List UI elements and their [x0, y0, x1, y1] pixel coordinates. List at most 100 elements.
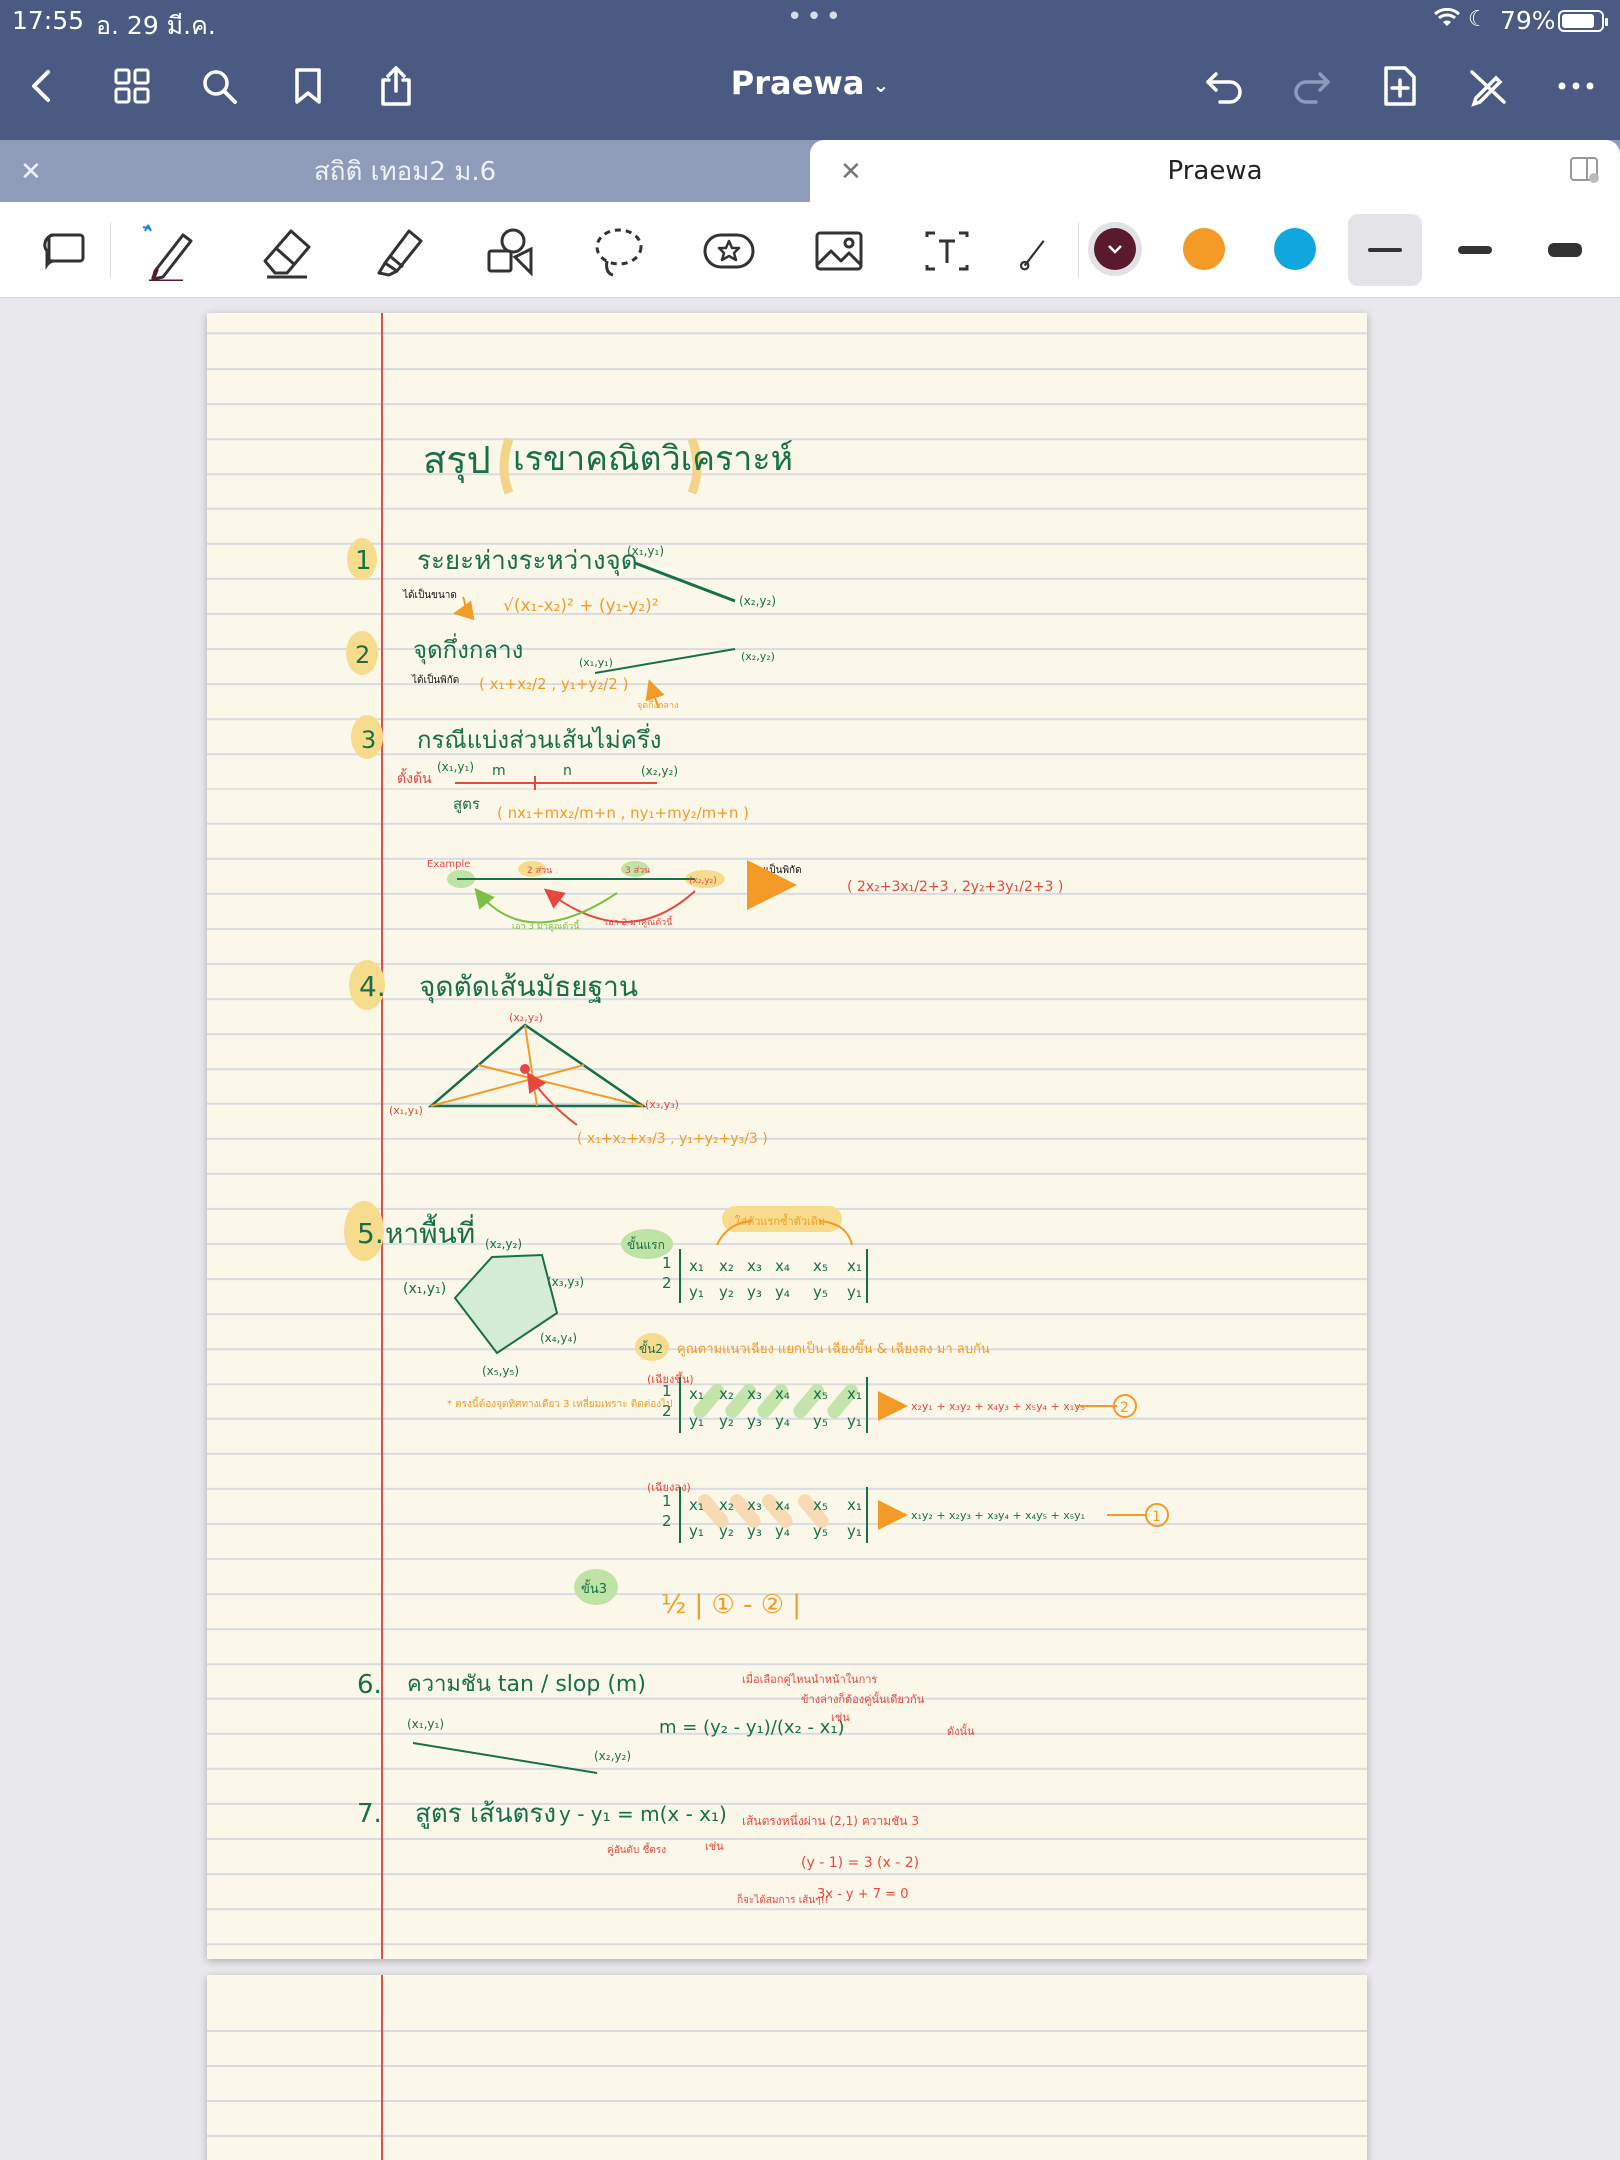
svg-text:x₃: x₃: [747, 1496, 762, 1514]
s5-ref-down: 1: [1152, 1509, 1161, 1525]
svg-text:y₃: y₃: [747, 1522, 762, 1540]
redo-button[interactable]: [1284, 58, 1340, 114]
svg-text:y₁: y₁: [689, 1412, 704, 1430]
svg-text:x₂: x₂: [719, 1385, 734, 1403]
battery-icon: [1558, 10, 1608, 32]
s5-number: 5.: [357, 1217, 384, 1250]
next-note-page[interactable]: [207, 1975, 1367, 2160]
s3-example-label: Example: [427, 859, 470, 870]
image-icon: [815, 231, 863, 271]
svg-text:y₅: y₅: [813, 1412, 828, 1430]
s1-formula: √(x₁-x₂)² + (y₁-y₂)²: [503, 596, 659, 616]
tab-praewa[interactable]: ✕ Praewa: [810, 140, 1620, 202]
svg-text:x₄: x₄: [775, 1257, 790, 1275]
lasso-tool[interactable]: [584, 216, 654, 286]
elements-tool[interactable]: [694, 216, 764, 286]
s2-mid-label: จุดกึ่งกลาง: [637, 698, 678, 711]
s5-step3: ขั้น3: [581, 1579, 607, 1597]
color-swatch-blue[interactable]: [1274, 228, 1316, 270]
s1-number: 1: [355, 546, 372, 576]
add-page-button[interactable]: [1372, 58, 1428, 114]
s7-hint: คู่อันดับ ชี้ตรง: [607, 1842, 666, 1856]
s3-ex-m: 2 ส่วน: [527, 866, 552, 876]
s3-point-1: (x₁,y₁): [437, 760, 474, 774]
s6-heading: ความชัน tan / slop (m): [407, 1672, 646, 1697]
read-only-toggle[interactable]: [30, 216, 100, 286]
svg-text:y₄: y₄: [775, 1283, 790, 1301]
pen-tool[interactable]: [134, 216, 204, 286]
laser-tool[interactable]: [1010, 216, 1054, 286]
handwritten-notes: สรุป เรขาคณิตวิเคราะห์ 1 ระยะห่างระหว่าง…: [344, 437, 1169, 1906]
svg-text:y₁: y₁: [847, 1283, 862, 1301]
image-tool[interactable]: [804, 216, 874, 286]
s7-formula: y - y₁ = m(x - x₁): [559, 1802, 727, 1826]
s2-point-2: (x₂,y₂): [741, 650, 775, 663]
close-icon[interactable]: ✕: [20, 157, 42, 187]
s5-point-4: (x₄,y₄): [540, 1331, 577, 1345]
more-button[interactable]: [1548, 58, 1604, 114]
note-title-box: เรขาคณิตวิเคราะห์: [513, 439, 793, 479]
s5-matrix-up: 1 2 x₁ x₂ x₃ x₄ x₅ x₁ y₁ y₂ y₃ y₄ y₅ y₁: [662, 1377, 868, 1433]
s5-point-3: (x₃,y₃): [547, 1275, 584, 1289]
share-button[interactable]: [368, 58, 424, 114]
sidebar-toggle-icon[interactable]: [1568, 154, 1600, 186]
svg-text:x₅: x₅: [813, 1257, 828, 1275]
chevron-down-icon: ⌄: [872, 73, 890, 97]
undo-button[interactable]: [1196, 58, 1252, 114]
redo-icon: [1294, 72, 1330, 104]
add-page-icon: [1384, 66, 1416, 106]
pencil-off-icon: [1470, 70, 1506, 107]
status-date: อ. 29 มี.ค.: [96, 11, 216, 40]
note-page[interactable]: สรุป เรขาคณิตวิเคราะห์ 1 ระยะห่างระหว่าง…: [207, 313, 1367, 1959]
s5-point-5: (x₅,y₅): [482, 1364, 519, 1378]
tab-bar: ✕ สถิติ เทอม2 ม.6 ✕ Praewa: [0, 140, 1620, 202]
s4-heading: จุดตัดเส้นมัธยฐาน: [419, 970, 638, 1004]
undo-icon: [1206, 72, 1242, 104]
svg-text:x₅: x₅: [813, 1496, 828, 1514]
s7-example-tail: ก็จะได้สมการ เส้นๆ!!: [737, 1892, 828, 1906]
svg-text:y₄: y₄: [775, 1522, 790, 1540]
s5-matrix-down: 1 2 x₁ x₂ x₃ x₄ x₅ x₁ y₁ y₂ y₃ y₄ y₅ y₁: [662, 1487, 868, 1543]
svg-text:y₄: y₄: [775, 1412, 790, 1430]
color-swatch-maroon[interactable]: [1094, 228, 1136, 270]
back-button[interactable]: [14, 58, 70, 114]
s6-note-2: ข้างล่างก็ต้องคู่นั้นเดียวกัน: [801, 1691, 925, 1706]
svg-text:x₁: x₁: [847, 1257, 862, 1275]
search-button[interactable]: [191, 58, 247, 114]
s3-formula-label: สูตร: [453, 795, 480, 813]
disable-pencil-button[interactable]: [1460, 58, 1516, 114]
more-icon: [1558, 82, 1594, 90]
s2-number: 2: [355, 641, 370, 669]
bookmark-button[interactable]: [280, 58, 336, 114]
s2-side-note: ได้เป็นพิกัด: [411, 672, 459, 686]
grid-view-button[interactable]: [104, 58, 160, 114]
color-swatch-orange[interactable]: [1183, 228, 1225, 270]
s1-point-2: (x₂,y₂): [739, 594, 776, 608]
multitask-dots[interactable]: •••: [787, 2, 845, 32]
s5-point-2: (x₂,y₂): [485, 1237, 522, 1251]
close-icon[interactable]: ✕: [840, 157, 862, 187]
document-title: Praewa: [730, 64, 865, 102]
tab-stat[interactable]: ✕ สถิติ เทอม2 ม.6: [0, 140, 810, 202]
stroke-thick[interactable]: [1528, 214, 1602, 286]
top-bar: 17:55 อ. 29 มี.ค. ••• ☾ 79% Praewa ⌄: [0, 0, 1620, 140]
s4-left-point: (x₁,y₁): [389, 1104, 423, 1117]
shapes-tool[interactable]: [474, 216, 544, 286]
s3-start-label: ตั้งต้น: [397, 768, 432, 787]
s5-heading: หาพื้นที่: [385, 1213, 475, 1250]
stroke-thin[interactable]: [1348, 214, 1422, 286]
eraser-tool[interactable]: [252, 216, 322, 286]
highlighter-tool[interactable]: [364, 216, 434, 286]
stroke-medium[interactable]: [1438, 214, 1512, 286]
s7-example-answer-1: (y - 1) = 3 (x - 2): [801, 1855, 919, 1871]
svg-text:x₁: x₁: [689, 1257, 704, 1275]
svg-text:y₁: y₁: [847, 1522, 862, 1540]
document-title-menu[interactable]: Praewa ⌄: [700, 64, 920, 102]
s6-example-label: เช่น: [831, 1711, 850, 1724]
text-tool[interactable]: [912, 216, 982, 286]
svg-text:x₁: x₁: [847, 1385, 862, 1403]
s4-top-point: (x₂,y₂): [509, 1011, 543, 1024]
s3-ex-p: (x₂,y₂): [689, 876, 717, 886]
s1-heading: ระยะห่างระหว่างจุด: [417, 546, 638, 576]
s7-example-question: เส้นตรงหนึ่งผ่าน (2,1) ความชัน 3: [742, 1812, 919, 1828]
